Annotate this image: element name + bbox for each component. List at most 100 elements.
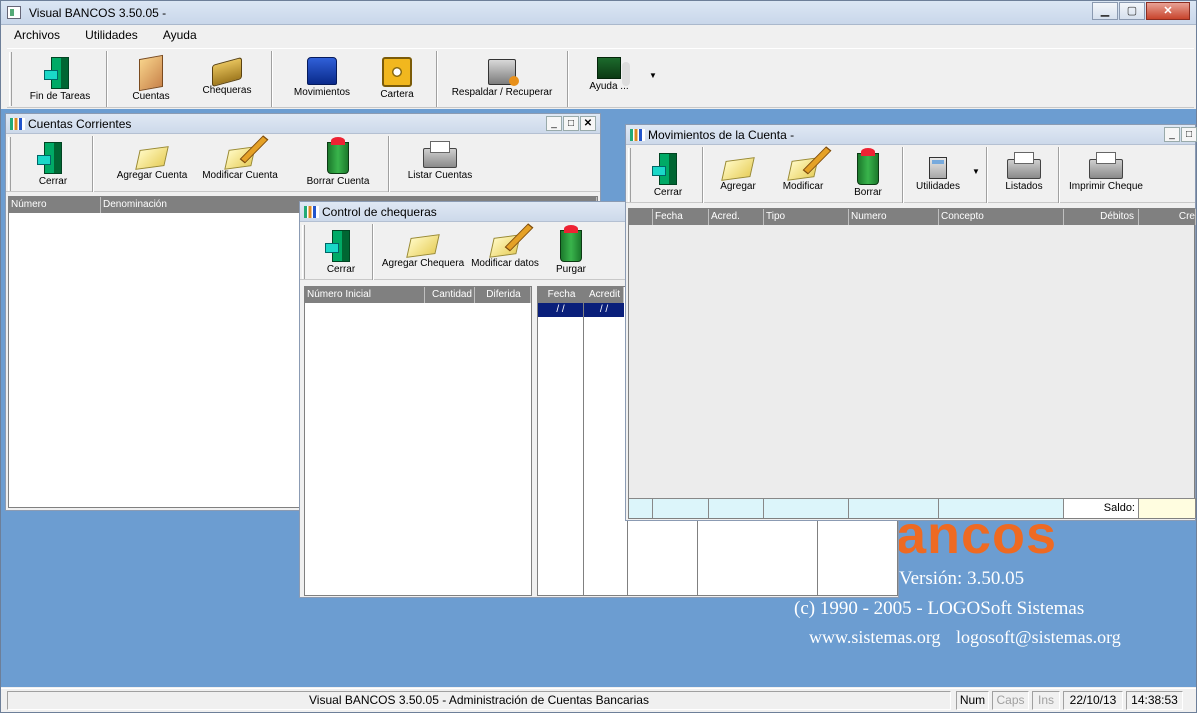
cartera-button[interactable]: Cartera: [369, 51, 425, 107]
help-board-icon: [597, 57, 630, 86]
agregar-cuenta-button[interactable]: Agregar Cuenta: [102, 136, 202, 192]
movimientos-button[interactable]: Movimientos: [287, 51, 357, 107]
exit-door-icon: [325, 230, 350, 262]
exit-door-icon: [652, 153, 677, 185]
menu-utilidades[interactable]: Utilidades: [72, 26, 147, 42]
purgar-button[interactable]: Purgar: [548, 224, 594, 280]
menu-ayuda[interactable]: Ayuda: [150, 26, 206, 42]
toolbar-separator: [986, 147, 988, 203]
toolbar-grip[interactable]: [9, 52, 12, 106]
cash-register-icon: [307, 57, 337, 85]
column-fecha[interactable]: Fecha: [538, 287, 584, 303]
utilidades-label: Utilidades: [916, 181, 960, 192]
fin-de-tareas-button[interactable]: Fin de Tareas: [17, 51, 103, 107]
agregar-chequera-button[interactable]: Agregar Chequera: [380, 224, 466, 280]
cuentas-maximize-button[interactable]: □: [563, 116, 579, 131]
column-fecha[interactable]: Fecha: [653, 209, 709, 225]
cuentas-caption: Cuentas Corrientes _ □ ✕: [6, 114, 600, 134]
column-numero[interactable]: Numero: [849, 209, 939, 225]
movimientos-minimize-button[interactable]: _: [1164, 127, 1180, 142]
toolbar-separator: [567, 51, 569, 107]
printer-icon: [1089, 152, 1123, 179]
column-cantidad[interactable]: Cantidad: [425, 287, 475, 303]
borrar-button[interactable]: Borrar: [840, 147, 896, 203]
menu-archivos[interactable]: Archivos: [1, 26, 69, 42]
chart-app-icon: [304, 206, 319, 218]
column-debitos[interactable]: Débitos: [1064, 209, 1139, 225]
column-acredit[interactable]: Acredit: [584, 287, 624, 303]
toolbar-grip[interactable]: [302, 225, 305, 279]
cuentas-cerrar-button[interactable]: Cerrar: [16, 136, 90, 192]
maximize-button[interactable]: ▢: [1119, 2, 1145, 20]
cerrar-label: Cerrar: [326, 264, 356, 275]
exit-door-icon: [37, 142, 62, 174]
imprimir-cheque-button[interactable]: Imprimir Cheque: [1066, 147, 1146, 203]
ayuda-button[interactable]: Ayuda ...: [581, 51, 637, 107]
modificar-label: Modificar: [782, 181, 824, 192]
footer-cell: [709, 498, 764, 518]
listados-button[interactable]: Listados: [996, 147, 1052, 203]
movimientos-toolbar: Cerrar Agregar Modificar Borrar Utilidad…: [626, 145, 1195, 203]
movimientos-maximize-button[interactable]: □: [1181, 127, 1197, 142]
column-tipo[interactable]: Tipo: [764, 209, 849, 225]
cuentas-button[interactable]: Cuentas: [119, 51, 183, 107]
column-acred[interactable]: Acred.: [709, 209, 764, 225]
movimientos-grid[interactable]: Fecha Acred. Tipo Numero Concepto Débito…: [628, 208, 1196, 519]
toolbar-separator: [702, 147, 704, 203]
toolbar-grip[interactable]: [628, 148, 631, 202]
ayuda-dropdown-arrow-icon[interactable]: ▼: [649, 71, 657, 80]
main-toolbar: Fin de Tareas Cuentas Chequeras Movimien…: [7, 48, 1194, 108]
movimientos-caption: Movimientos de la Cuenta - _ □: [626, 125, 1197, 145]
window-title: Visual BANCOS 3.50.05 -: [29, 6, 167, 20]
borrar-cuenta-button[interactable]: Borrar Cuenta: [300, 136, 376, 192]
chequeras-button[interactable]: Chequeras: [195, 51, 259, 107]
column-diferida[interactable]: Diferida: [475, 287, 531, 303]
splash-email: logosoft@sistemas.org: [956, 627, 1121, 647]
fin-de-tareas-label: Fin de Tareas: [29, 91, 91, 102]
movimientos-cerrar-button[interactable]: Cerrar: [636, 147, 700, 203]
modificar-datos-button[interactable]: Modificar datos: [468, 224, 542, 280]
new-note-icon: [406, 234, 440, 258]
listar-cuentas-button[interactable]: Listar Cuentas: [400, 136, 480, 192]
column-numero[interactable]: Número: [9, 197, 101, 213]
agregar-chequera-label: Agregar Chequera: [381, 258, 465, 269]
agregar-label: Agregar: [720, 181, 756, 192]
cerrar-label: Cerrar: [38, 176, 68, 187]
selected-row-acredit[interactable]: / /: [584, 303, 624, 317]
footer-cell: [629, 498, 653, 518]
modificar-cuenta-label: Modificar Cuenta: [202, 170, 278, 181]
saldo-value: [1139, 498, 1196, 518]
status-time: 14:38:53: [1126, 691, 1183, 710]
chequeras-grid[interactable]: Número Inicial Cantidad Diferida: [304, 286, 532, 596]
status-date: 22/10/13: [1063, 691, 1123, 710]
borrar-label: Borrar: [854, 187, 882, 198]
agregar-button[interactable]: Agregar: [710, 147, 766, 203]
column-creditos[interactable]: Cre: [1139, 209, 1196, 225]
cuentas-toolbar: Cerrar Agregar Cuenta Modificar Cuenta B…: [6, 134, 600, 192]
exit-door-icon: [44, 57, 69, 89]
edit-pencil-icon: [787, 157, 819, 181]
modificar-cuenta-button[interactable]: Modificar Cuenta: [196, 136, 284, 192]
footer-cell: [653, 498, 709, 518]
toolbar-separator: [106, 51, 108, 107]
respaldar-button[interactable]: Respaldar / Recuperar: [447, 51, 557, 107]
trash-can-icon: [327, 137, 349, 174]
selected-row-fecha[interactable]: / /: [538, 303, 583, 317]
minimize-button[interactable]: ▁: [1092, 2, 1118, 20]
cuentas-minimize-button[interactable]: _: [546, 116, 562, 131]
utilidades-dropdown-arrow-icon[interactable]: ▼: [972, 167, 980, 176]
toolbar-grip[interactable]: [8, 137, 11, 191]
splash-version: Versión: 3.50.05: [899, 568, 1025, 589]
modificar-button[interactable]: Modificar: [774, 147, 832, 203]
cuentas-close-button[interactable]: ✕: [580, 116, 596, 131]
splash-copyright: (c) 1990 - 2005 - LOGOSoft Sistemas: [794, 598, 1085, 619]
chequeras-cerrar-button[interactable]: Cerrar: [310, 224, 372, 280]
chequeras-title: Control de chequeras: [322, 205, 437, 219]
toolbar-separator: [271, 51, 273, 107]
utilidades-button[interactable]: Utilidades: [910, 147, 966, 203]
column-concepto[interactable]: Concepto: [939, 209, 1064, 225]
borrar-cuenta-label: Borrar Cuenta: [306, 176, 370, 187]
close-button[interactable]: ✕: [1146, 2, 1190, 20]
column-numero-inicial[interactable]: Número Inicial: [305, 287, 425, 303]
calculator-icon: [929, 157, 947, 179]
